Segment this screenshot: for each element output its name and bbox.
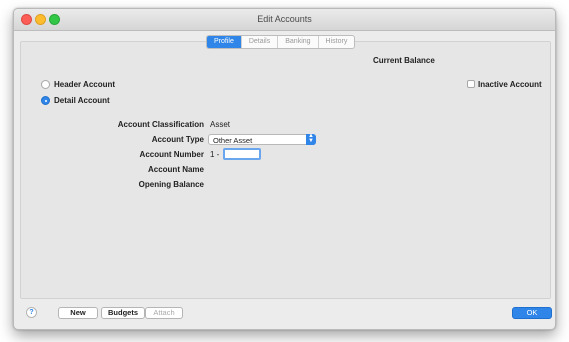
edit-accounts-window: Edit Accounts Current Balance Header Acc… [13, 8, 556, 330]
tab-banking[interactable]: Banking [277, 36, 317, 48]
account-number-label: Account Number [139, 150, 204, 159]
budgets-button[interactable]: Budgets [101, 307, 145, 319]
account-type-select[interactable]: Other Asset ▲ ▼ [208, 133, 316, 145]
account-name-label: Account Name [147, 165, 204, 174]
tab-details[interactable]: Details [240, 36, 277, 48]
account-number-prefix: 1 - [210, 150, 220, 159]
opening-balance-label: Opening Balance [138, 180, 204, 189]
title-bar: Edit Accounts [14, 9, 555, 31]
detail-account-radio[interactable] [41, 96, 50, 105]
profile-panel: Current Balance Header Account Detail Ac… [20, 41, 551, 299]
tab-bar: Profile Details Banking History [206, 35, 356, 49]
tab-profile[interactable]: Profile [207, 36, 241, 48]
inactive-account-checkbox[interactable] [467, 80, 475, 88]
attach-button[interactable]: Attach [145, 307, 183, 319]
account-type-label: Account Type [151, 135, 204, 144]
window-title: Edit Accounts [257, 14, 312, 24]
account-type-value: Other Asset [213, 136, 253, 145]
tab-history[interactable]: History [317, 36, 355, 48]
header-account-label[interactable]: Header Account [54, 80, 115, 89]
header-account-radio[interactable] [41, 80, 50, 89]
account-classification-value: Asset [210, 120, 231, 129]
inactive-account-label[interactable]: Inactive Account [478, 80, 542, 89]
help-button[interactable]: ? [26, 307, 37, 318]
account-number-input[interactable] [223, 148, 261, 160]
updown-arrows-icon: ▲ ▼ [306, 133, 316, 145]
account-classification-label: Account Classification [117, 120, 204, 129]
current-balance-label: Current Balance [373, 56, 435, 65]
ok-button[interactable]: OK [512, 307, 552, 319]
new-button[interactable]: New [58, 307, 98, 319]
detail-account-label[interactable]: Detail Account [54, 96, 110, 105]
